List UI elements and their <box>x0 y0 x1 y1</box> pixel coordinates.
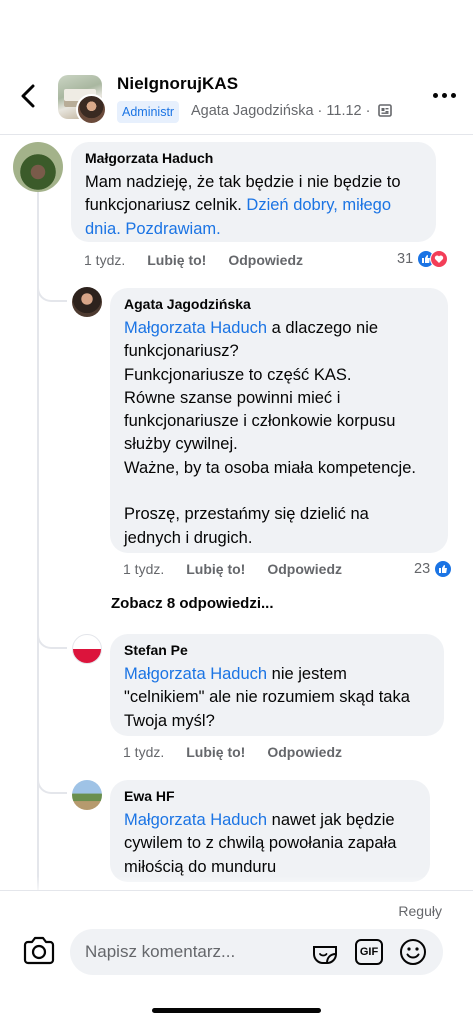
thread-connector <box>37 627 67 649</box>
commenter-avatar[interactable] <box>13 142 63 192</box>
like-button[interactable]: Lubię to! <box>186 744 245 760</box>
reply-text: Małgorzata Haduch a dlaczego nie funkcjo… <box>124 317 434 550</box>
comment-author[interactable]: Małgorzata Haduch <box>85 150 422 166</box>
reply-bubble: Stefan Pe Małgorzata Haduch nie jestem "… <box>110 634 444 736</box>
reply-bubble: Ewa HF Małgorzata Haduch nawet jak będzi… <box>110 780 430 882</box>
reply-actions: 1 tydz. Lubię to! Odpowiedz <box>123 744 364 760</box>
comment-actions: 1 tydz. Lubię to! Odpowiedz <box>84 252 325 268</box>
gif-label: GIF <box>359 946 379 958</box>
mention-link[interactable]: Małgorzata Haduch <box>124 319 267 337</box>
reply-button[interactable]: Odpowiedz <box>267 561 342 577</box>
reply-text: Małgorzata Haduch nie jestem "celnikiem"… <box>124 663 430 733</box>
home-indicator[interactable] <box>152 1008 321 1013</box>
see-more-replies-link[interactable]: Zobacz 8 odpowiedzi... <box>111 595 274 612</box>
reply-author[interactable]: Agata Jagodzińska <box>124 296 434 312</box>
love-reaction-icon <box>430 250 449 268</box>
post-header: NieIgnorujKAS Administr Agata Jagodzińsk… <box>0 0 473 135</box>
more-dot-icon <box>432 92 438 98</box>
reply-author[interactable]: Stefan Pe <box>124 642 430 658</box>
mention-link[interactable]: Małgorzata Haduch <box>124 811 267 829</box>
group-name[interactable]: NieIgnorujKAS <box>117 74 238 94</box>
gif-icon: GIF <box>355 939 383 965</box>
reply-time: 1 tydz. <box>123 561 165 577</box>
reply-body: a dlaczego nie funkcjonariusz? Funkcjona… <box>124 319 416 547</box>
reaction-summary[interactable]: 31 <box>397 250 449 268</box>
thread-connector <box>37 280 67 302</box>
like-button[interactable]: Lubię to! <box>186 561 245 577</box>
back-button[interactable] <box>14 82 42 110</box>
reply-avatar[interactable] <box>72 287 102 317</box>
more-dot-icon <box>441 92 447 98</box>
comment-time: 1 tydz. <box>84 252 126 268</box>
more-dot-icon <box>450 92 456 98</box>
like-reaction-icon <box>434 560 453 578</box>
more-options-button[interactable] <box>428 83 460 107</box>
reply-author[interactable]: Ewa HF <box>124 788 416 804</box>
reaction-summary[interactable]: 23 <box>414 560 453 578</box>
like-button[interactable]: Lubię to! <box>147 252 206 268</box>
chevron-left-icon <box>21 84 35 108</box>
reply-avatar[interactable] <box>72 780 102 810</box>
reply-button[interactable]: Odpowiedz <box>228 252 303 268</box>
reply-time: 1 tydz. <box>123 744 165 760</box>
reaction-count: 31 <box>397 251 414 267</box>
reply-bubble: Agata Jagodzińska Małgorzata Haduch a dl… <box>110 288 448 553</box>
comment-bubble: Małgorzata Haduch Mam nadzieję, że tak b… <box>71 142 436 242</box>
gif-button[interactable]: GIF <box>354 938 384 966</box>
comment-text: Mam nadzieję, że tak będzie i nie będzie… <box>85 171 422 241</box>
emoji-icon <box>400 939 426 965</box>
group-privacy-icon <box>377 104 392 117</box>
sticker-icon <box>313 946 337 964</box>
reply-avatar[interactable] <box>72 634 102 664</box>
comment-input[interactable]: Napisz komentarz... GIF <box>70 929 443 975</box>
camera-icon <box>23 936 55 965</box>
post-meta: Agata Jagodzińska · 11.12 · <box>191 103 392 119</box>
sticker-button[interactable] <box>310 938 340 966</box>
reaction-count: 23 <box>414 561 431 577</box>
admin-avatar[interactable] <box>76 94 107 125</box>
reply-button[interactable]: Odpowiedz <box>267 744 342 760</box>
mention-link[interactable]: Małgorzata Haduch <box>124 665 267 683</box>
reply-actions: 1 tydz. Lubię to! Odpowiedz <box>123 561 364 577</box>
rules-link[interactable]: Reguły <box>398 903 442 919</box>
camera-button[interactable] <box>22 935 56 967</box>
comment-placeholder: Napisz komentarz... <box>85 942 236 961</box>
post-meta-text: Agata Jagodzińska · 11.12 · <box>191 103 371 119</box>
thread-connector <box>37 772 67 794</box>
reply-text: Małgorzata Haduch nawet jak będzie cywil… <box>124 809 416 879</box>
comment-composer: Reguły Napisz komentarz... GIF <box>0 890 473 1024</box>
emoji-button[interactable] <box>398 938 428 966</box>
admin-badge: Administr <box>117 101 180 123</box>
